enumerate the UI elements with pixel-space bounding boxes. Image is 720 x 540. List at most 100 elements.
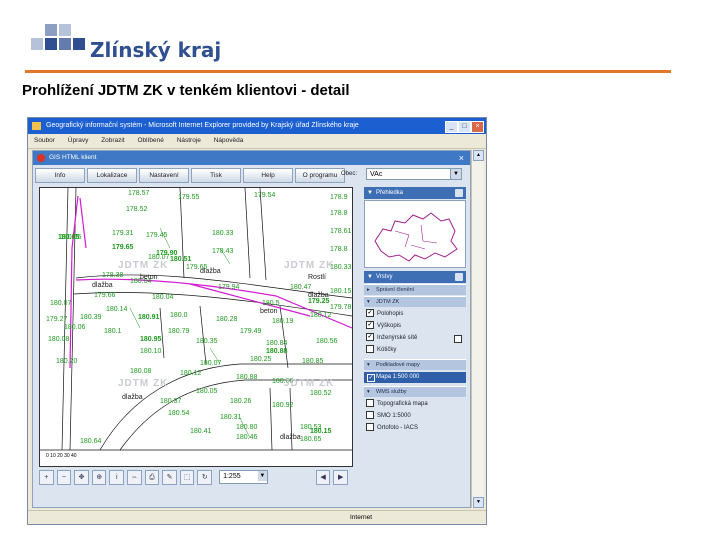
scale-select[interactable]: 1:255 ▼ (219, 470, 268, 484)
scroll-down-icon[interactable]: ▼ (473, 497, 484, 508)
scale-bar: 0 10 20 30 40 (46, 453, 77, 459)
elevation-label: 180.39 (80, 314, 102, 321)
elevation-label: 180.12 (310, 312, 332, 319)
chevron-down-icon[interactable]: ▼ (257, 471, 267, 481)
elevation-label: 180.37 (160, 398, 182, 405)
elevation-label: 178.38 (102, 272, 124, 279)
obec-label: Obec: (341, 171, 358, 177)
layer-topograficka-label: Topografická mapa (377, 401, 428, 407)
measure-icon[interactable]: ⇔ (127, 469, 142, 485)
help-button[interactable]: Help (243, 168, 293, 183)
section-podkladove[interactable]: ▾ Podkladové mapy (364, 359, 466, 370)
elevation-label: 179.94 (218, 284, 240, 291)
checkbox-topograficka[interactable] (366, 399, 374, 408)
checkbox-mapa-500[interactable]: ✓ (367, 374, 375, 382)
map-toolbar: + − ✥ ⊕ i ⇔ ⎙ ✎ ⬚ ↻ 1:255 ▼ ◀ ▶ (39, 469, 351, 485)
layer-mapa-500[interactable]: ✓ Mapa 1:500 000 (364, 372, 466, 383)
checkbox-koticky[interactable] (366, 345, 374, 354)
print-icon[interactable]: ⎙ (144, 469, 160, 485)
elevation-label-bold: 180.15 (310, 428, 332, 435)
layers-header[interactable]: ▼ Vrstvy (364, 271, 466, 283)
section-jdtm[interactable]: ▾ JDTM ZK (364, 296, 466, 307)
menu-oblibene[interactable]: Oblíbené (137, 137, 163, 144)
select-icon[interactable]: ⬚ (179, 469, 195, 485)
elevation-label: 180.06 (64, 324, 86, 331)
nastaveni-button[interactable]: Nastavení (139, 168, 189, 183)
elevation-label-bold: 179.65 (112, 244, 134, 251)
layer-topograficka[interactable]: Topografická mapa (366, 399, 464, 410)
layer-polohopis[interactable]: ✓ Polohopis (366, 309, 464, 320)
checkbox-vyskopis[interactable]: ✓ (366, 321, 374, 330)
full-extent-icon[interactable]: ⊕ (91, 469, 107, 485)
elevation-label: 178.8 (330, 210, 348, 217)
checkbox-smo[interactable] (366, 411, 374, 420)
lokalizace-button[interactable]: Lokalizace (87, 168, 137, 183)
zoom-out-icon[interactable]: − (56, 469, 72, 485)
elevation-label: 180.0 (170, 312, 188, 319)
info-button[interactable]: Info (35, 168, 85, 183)
elevation-label: 180.12 (180, 370, 202, 377)
maximize-icon[interactable]: □ (458, 121, 471, 133)
surface-label: dlažba (280, 434, 301, 441)
menu-soubor[interactable]: Soubor (34, 137, 55, 144)
elevation-label: 180.64 (80, 438, 102, 445)
browser-scrollbar[interactable]: ▲ ▼ (471, 150, 484, 508)
layer-vyskopis[interactable]: ✓ Výškopis (366, 321, 464, 332)
menu-napoveda[interactable]: Nápověda (214, 137, 244, 144)
elevation-label: 180.08 (130, 368, 152, 375)
gis-close-icon[interactable]: × (459, 151, 464, 165)
layer-info-icon[interactable] (454, 335, 462, 343)
o-programu-button[interactable]: O programu (295, 168, 345, 183)
map-view[interactable]: 178.57 179.55 179.54 178.9 178.8 178.52 178.61… (39, 187, 353, 467)
brand-logo-icon (25, 24, 87, 62)
forward-icon[interactable]: ▶ (333, 469, 349, 485)
identify-icon[interactable]: i (109, 469, 125, 485)
menu-nastroje[interactable]: Nástroje (177, 137, 201, 144)
checkbox-inzenyrske-site[interactable]: ✓ (366, 333, 374, 342)
layer-smo-label: SMO 1:5000 (377, 413, 411, 419)
checkbox-polohopis[interactable]: ✓ (366, 309, 374, 318)
layer-inzenyrske-site[interactable]: ✓ Inženýrské sítě (366, 333, 464, 344)
elevation-label: 179.55 (178, 194, 200, 201)
section-spravni[interactable]: ▸ Správní členění (364, 284, 466, 295)
section-podkladove-label: Podkladové mapy (376, 362, 420, 368)
pencil-icon[interactable]: ✎ (162, 469, 177, 485)
elevation-label: 180.31 (220, 414, 242, 421)
elevation-label: 180.52 (310, 390, 332, 397)
layer-ortofoto[interactable]: Ortofoto - IACS (366, 423, 464, 434)
menu-zobrazit[interactable]: Zobrazit (101, 137, 124, 144)
elevation-label: 180.20 (56, 358, 78, 365)
obec-select[interactable]: VAc ▼ (366, 168, 462, 180)
collapse-icon: ▾ (367, 389, 370, 395)
overview-map[interactable] (364, 200, 466, 268)
browser-title: Geografický informační systém - Microsof… (46, 122, 359, 129)
close-icon[interactable]: × (471, 121, 484, 133)
zoom-in-icon[interactable]: + (39, 469, 54, 485)
gis-header-title: GIS HTML klient (49, 154, 97, 161)
refresh-icon[interactable]: ↻ (197, 469, 213, 485)
scale-value: 1:255 (223, 473, 241, 480)
layers-title: Vrstvy (376, 274, 393, 280)
overview-header[interactable]: ▼ Přehledka (364, 187, 466, 199)
collapse-icon: ▾ (367, 362, 370, 368)
elevation-label: 180.47 (290, 284, 312, 291)
chevron-down-icon[interactable]: ▼ (450, 169, 461, 179)
layer-koticky[interactable]: Kótičky (366, 345, 464, 356)
elevation-label-bold: 180.51 (170, 256, 192, 263)
browser-statusbar: Internet (28, 510, 486, 524)
scroll-up-icon[interactable]: ▲ (473, 150, 484, 161)
back-icon[interactable]: ◀ (315, 469, 331, 485)
map-watermark: JDTM ZK (118, 260, 169, 271)
layer-smo[interactable]: SMO 1:5000 (366, 411, 464, 422)
elevation-label: 179.27 (46, 316, 68, 323)
section-wms[interactable]: ▾ WMS služby (364, 386, 466, 397)
surface-label: dlažba (308, 292, 329, 299)
elevation-label: 179.66 (94, 292, 116, 299)
pan-icon[interactable]: ✥ (74, 469, 89, 485)
minimize-icon[interactable]: _ (445, 121, 458, 133)
overview-title: Přehledka (376, 190, 404, 196)
checkbox-ortofoto[interactable] (366, 423, 374, 432)
elevation-label-bold: 180.05 (58, 234, 80, 241)
menu-upravy[interactable]: Úpravy (68, 137, 89, 144)
tisk-button[interactable]: Tisk (191, 168, 241, 183)
